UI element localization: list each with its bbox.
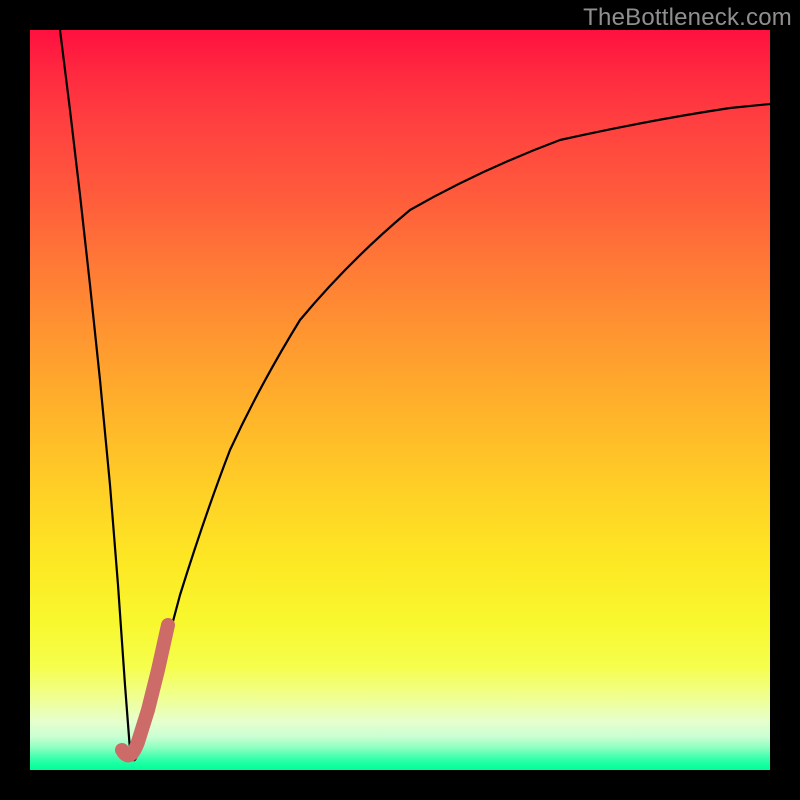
chart-frame: TheBottleneck.com	[0, 0, 800, 800]
curve-layer	[30, 30, 770, 770]
plot-area	[30, 30, 770, 770]
watermark-text: TheBottleneck.com	[583, 4, 792, 32]
